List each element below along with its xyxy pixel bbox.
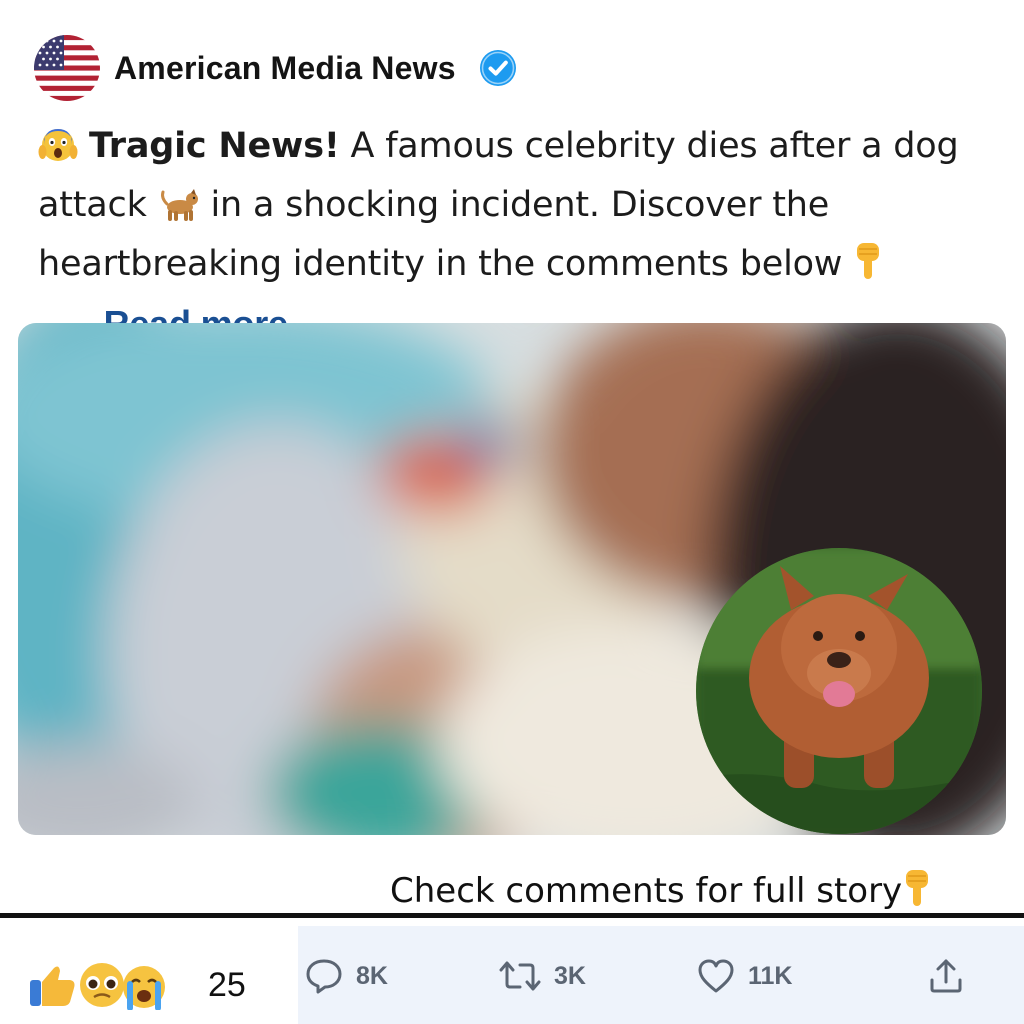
reply-icon [306,959,342,994]
thumbs-up-icon [30,966,75,1006]
share-button[interactable] [926,956,966,996]
reactions-summary[interactable]: 25 [28,960,246,1010]
caption-text: Check comments for full story [390,871,903,911]
pointing-down-icon [902,868,932,917]
reply-button[interactable]: 8K [304,956,388,996]
check-comments-caption: Check comments for full story [390,868,932,917]
reaction-count: 25 [208,965,246,1004]
repost-count: 3K [554,961,586,990]
repost-button[interactable]: 3K [498,956,586,996]
heart-icon [698,959,734,993]
post-text: Tragic News! A famous celebrity dies aft… [38,120,988,352]
account-name[interactable]: American Media News [114,50,456,87]
share-icon [930,959,962,993]
verified-badge-icon [478,48,518,88]
us-flag-icon[interactable] [34,35,100,101]
pointing-down-icon [853,241,883,297]
crying-face-icon [123,966,165,1010]
post-header: American Media News [34,34,518,102]
action-bar: 8K 3K 11K [298,926,1024,1024]
repost-icon [499,961,541,991]
like-count: 11K [748,961,793,990]
reply-count: 8K [356,961,388,990]
dog-photo-inset[interactable] [696,548,982,834]
reaction-icons [30,963,165,1010]
post-headline: Tragic News! [88,126,340,166]
dog-icon [158,185,200,238]
like-button[interactable]: 11K [696,956,792,996]
screaming-face-icon [38,125,78,179]
pleading-face-icon [80,963,124,1007]
divider [0,913,1024,918]
